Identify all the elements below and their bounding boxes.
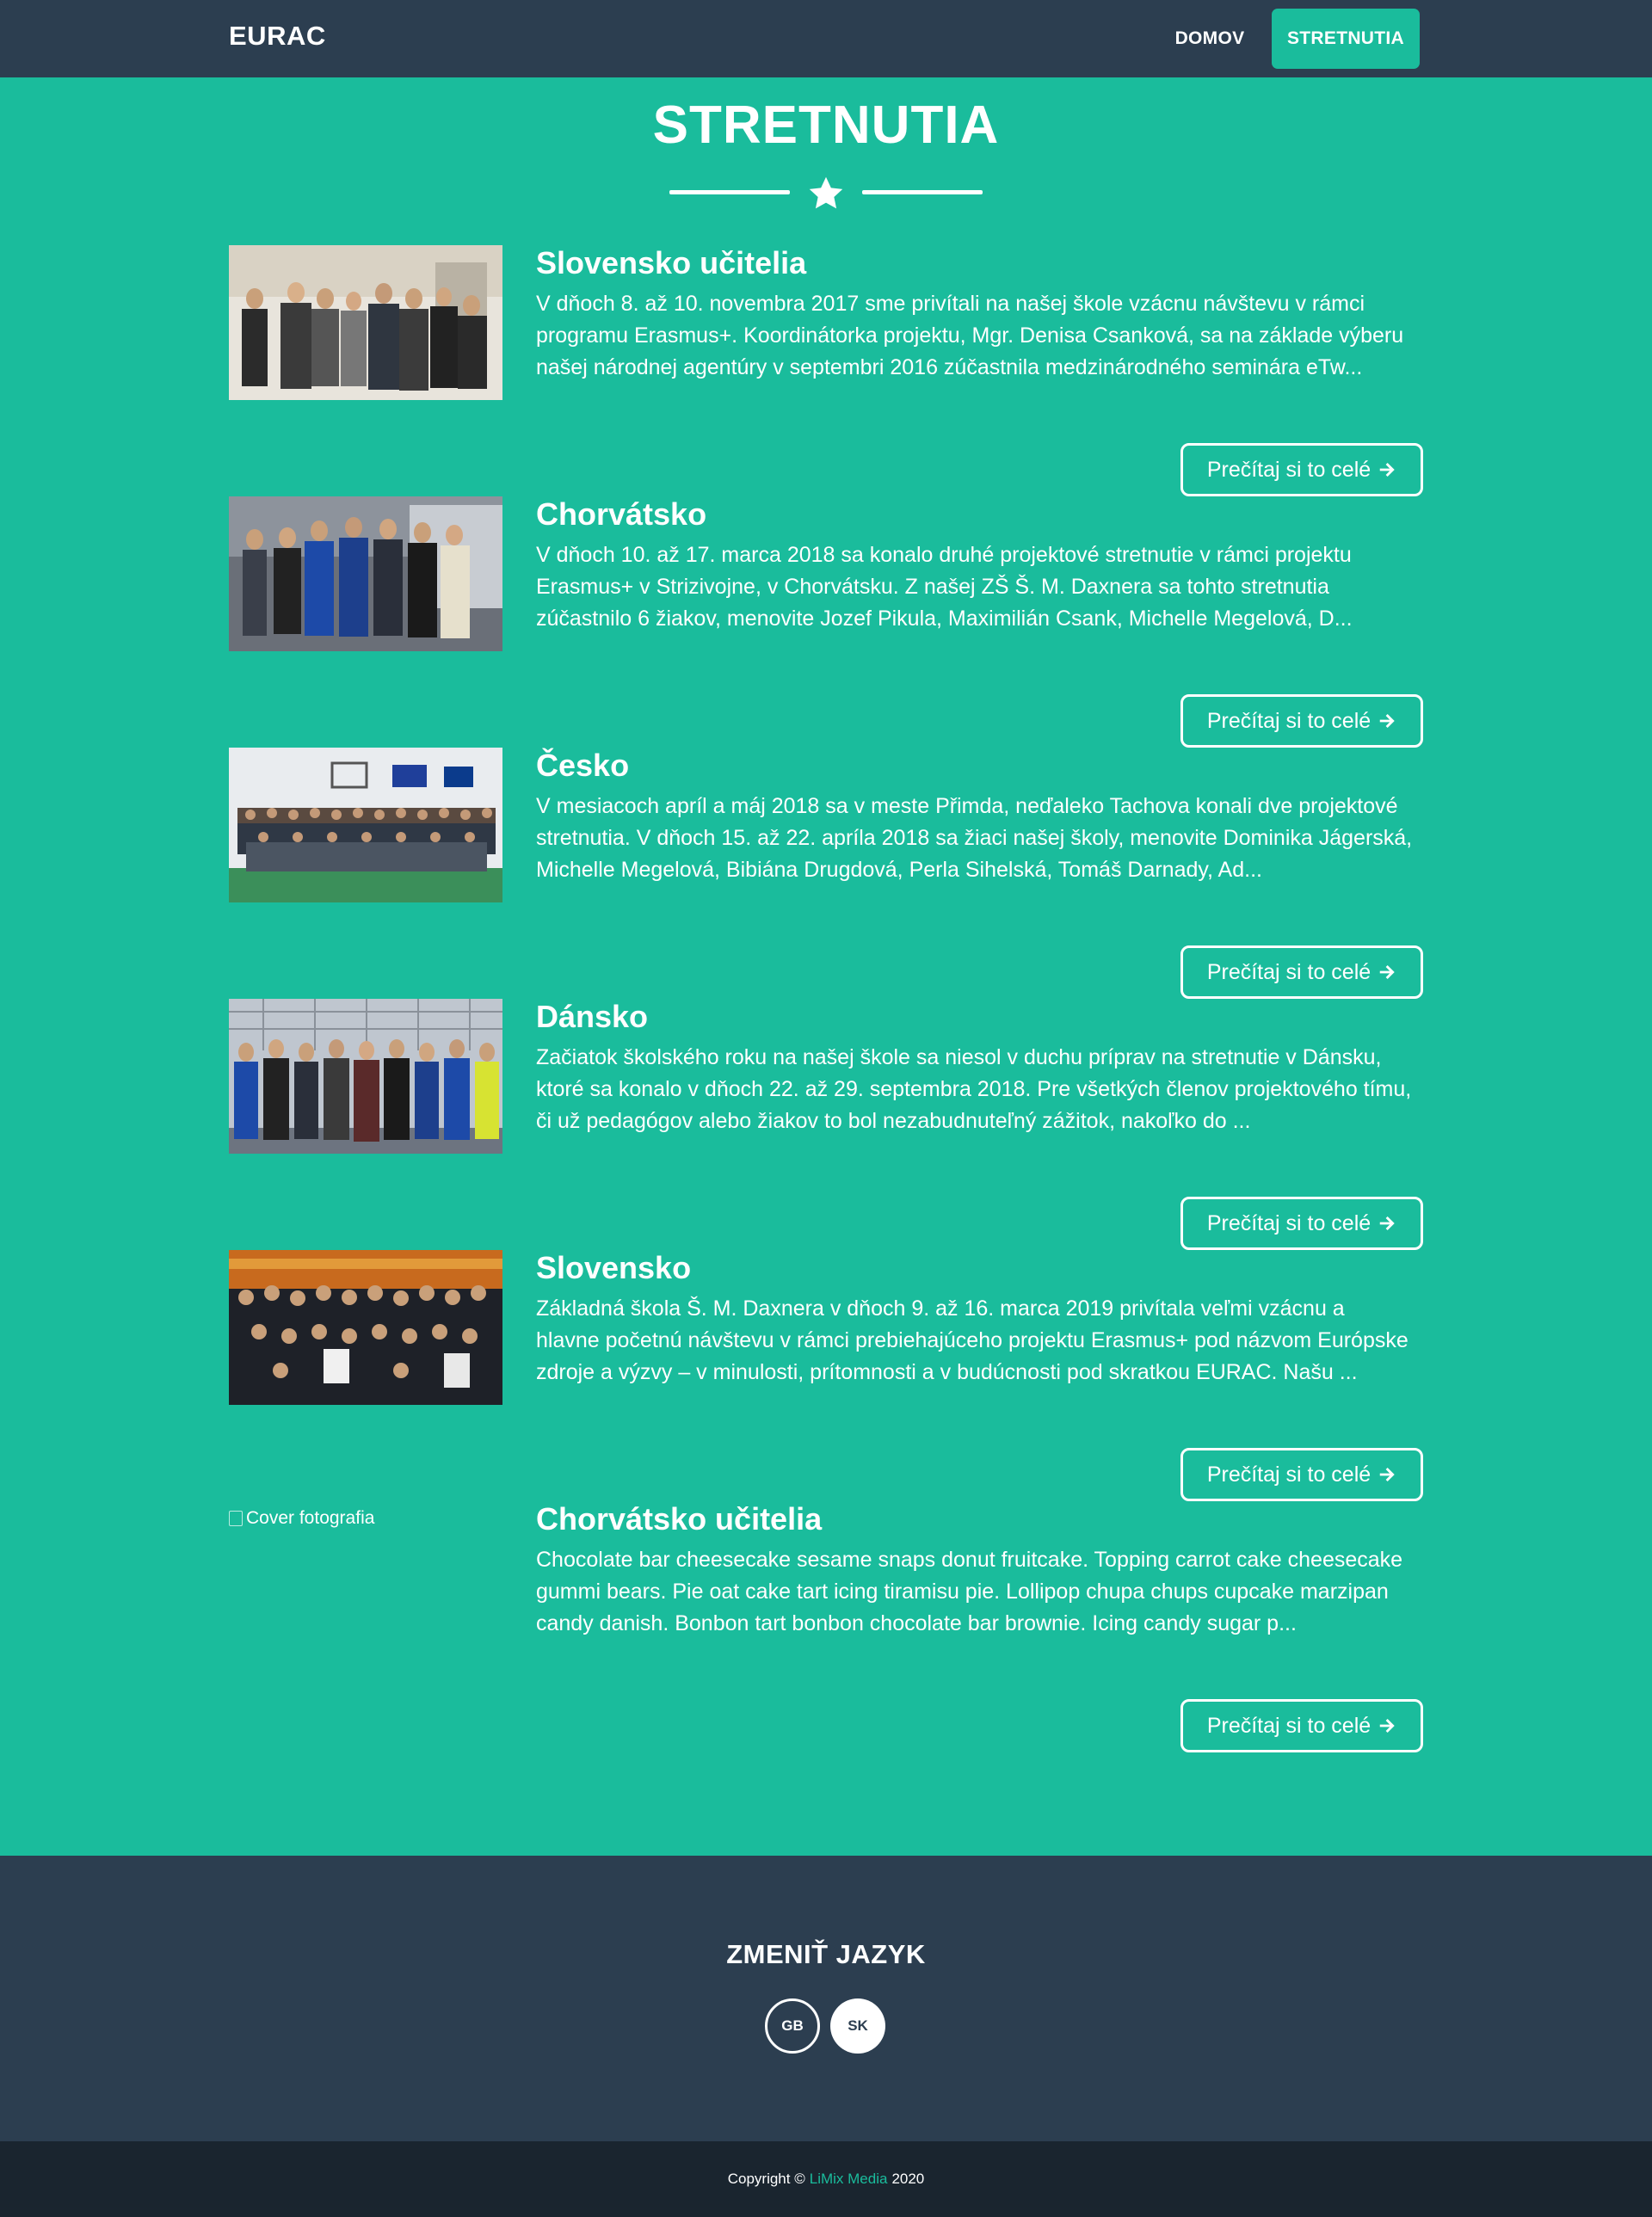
cover-photo[interactable] xyxy=(229,999,502,1154)
read-more-button[interactable]: Prečítaj si to celé xyxy=(1180,1197,1423,1250)
meeting-excerpt: V dňoch 10. až 17. marca 2018 sa konalo … xyxy=(536,543,1353,631)
arrow-right-icon xyxy=(1379,463,1395,477)
meeting-card: Česko V mesiacoch apríl a máj 2018 sa v … xyxy=(229,748,1423,999)
read-more-button[interactable]: Prečítaj si to celé xyxy=(1180,1699,1423,1752)
meeting-title[interactable]: Dánsko xyxy=(536,999,648,1035)
arrow-right-icon xyxy=(1379,965,1395,979)
meeting-title[interactable]: Česko xyxy=(536,748,629,784)
navbar: EURAC DOMOV STRETNUTIA xyxy=(0,0,1652,77)
copyright-brand-link[interactable]: LiMix Media xyxy=(810,2171,888,2188)
copyright-prefix: Copyright © xyxy=(727,2171,805,2187)
read-more-button[interactable]: Prečítaj si to celé xyxy=(1180,1448,1423,1501)
cover-photo[interactable] xyxy=(229,245,502,400)
arrow-right-icon xyxy=(1379,1468,1395,1481)
read-more-label: Prečítaj si to celé xyxy=(1206,1713,1372,1738)
arrow-right-icon xyxy=(1379,1216,1395,1230)
nav-item-domov[interactable]: DOMOV xyxy=(1155,9,1265,69)
meeting-excerpt: Začiatok školského roku na našej škole s… xyxy=(536,1045,1412,1133)
language-gb-button[interactable]: GB xyxy=(765,1998,820,2054)
divider-line-left xyxy=(669,190,790,194)
meeting-title[interactable]: Slovensko xyxy=(536,1250,691,1286)
title-divider xyxy=(669,175,983,209)
language-sk-button[interactable]: SK xyxy=(830,1998,885,2054)
footer: ZMENIŤ JAZYK GB SK xyxy=(0,1856,1652,2141)
read-more-label: Prečítaj si to celé xyxy=(1206,959,1372,984)
meeting-card: Cover fotografia Chorvátsko učitelia Cho… xyxy=(229,1501,1423,1752)
read-more-label: Prečítaj si to celé xyxy=(1206,708,1372,733)
meeting-title[interactable]: Chorvátsko xyxy=(536,496,706,533)
nav-item-stretnutia[interactable]: STRETNUTIA xyxy=(1272,9,1420,69)
cover-photo-alt: Cover fotografia xyxy=(246,1508,375,1528)
cover-photo[interactable] xyxy=(229,748,502,902)
meeting-excerpt: V dňoch 8. až 10. novembra 2017 sme priv… xyxy=(536,292,1404,379)
cover-photo-broken[interactable]: Cover fotografia xyxy=(229,1501,502,1536)
cover-photo[interactable] xyxy=(229,1250,502,1405)
meeting-card: Slovensko Základná škola Š. M. Daxnera v… xyxy=(229,1250,1423,1501)
star-icon xyxy=(809,176,843,209)
arrow-right-icon xyxy=(1379,1719,1395,1733)
meeting-title[interactable]: Chorvátsko učitelia xyxy=(536,1501,822,1537)
copyright-year: 2020 xyxy=(891,2171,925,2187)
brand-logo[interactable]: EURAC xyxy=(229,21,326,52)
copyright-bar: Copyright © LiMix Media 2020 xyxy=(0,2141,1652,2217)
cover-photo[interactable] xyxy=(229,496,502,651)
read-more-label: Prečítaj si to celé xyxy=(1206,1462,1372,1487)
arrow-right-icon xyxy=(1379,714,1395,728)
meeting-card: Slovensko učitelia V dňoch 8. až 10. nov… xyxy=(229,245,1423,496)
read-more-button[interactable]: Prečítaj si to celé xyxy=(1180,945,1423,999)
meeting-excerpt: Základná škola Š. M. Daxnera v dňoch 9. … xyxy=(536,1296,1409,1384)
divider-line-right xyxy=(862,190,983,194)
read-more-label: Prečítaj si to celé xyxy=(1206,457,1372,482)
meeting-title[interactable]: Slovensko učitelia xyxy=(536,245,806,281)
page-title: STRETNUTIA xyxy=(652,95,1000,155)
read-more-button[interactable]: Prečítaj si to celé xyxy=(1180,443,1423,496)
read-more-button[interactable]: Prečítaj si to celé xyxy=(1180,694,1423,748)
meeting-card: Dánsko Začiatok školského roku na našej … xyxy=(229,999,1423,1250)
broken-image-icon xyxy=(229,1511,243,1526)
read-more-label: Prečítaj si to celé xyxy=(1206,1210,1372,1235)
meeting-excerpt: Chocolate bar cheesecake sesame snaps do… xyxy=(536,1548,1403,1635)
meeting-card: Chorvátsko V dňoch 10. až 17. marca 2018… xyxy=(229,496,1423,748)
meeting-excerpt: V mesiacoch apríl a máj 2018 sa v meste … xyxy=(536,794,1413,882)
language-heading: ZMENIŤ JAZYK xyxy=(726,1939,926,1969)
